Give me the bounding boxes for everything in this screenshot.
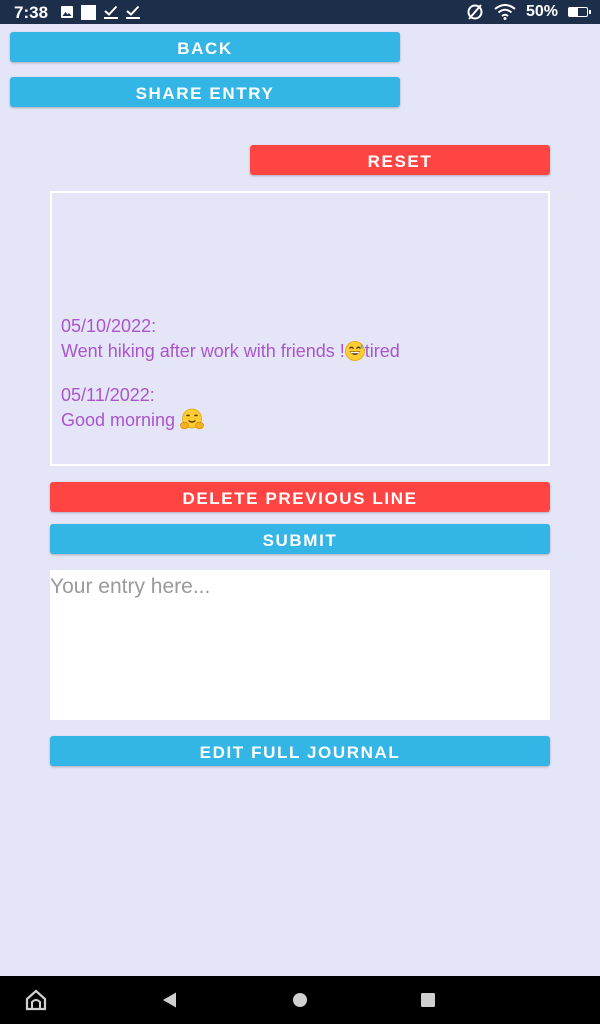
edit-full-journal-button[interactable]: EDIT FULL JOURNAL [50,736,550,766]
journal-entry: 05/10/2022: Went hiking after work with … [61,314,539,364]
journal-entry-text: Went hiking after work with friends ! [61,341,345,361]
journal-entry-line: Good morning [61,408,539,433]
navigation-bar [0,976,600,1024]
back-icon[interactable] [158,988,182,1012]
journal-entry: 05/11/2022: Good morning [61,383,539,433]
image-icon [61,4,73,20]
square-icon [81,4,96,20]
delete-previous-line-button[interactable]: DELETE PREVIOUS LINE [50,482,550,512]
checkbox-icon [126,4,140,20]
status-right: 50% [466,3,591,21]
hugging-face-emoji [180,408,204,432]
journal-entry-text: Good morning [61,410,181,430]
journal-entry-suffix: tired [364,341,400,361]
submit-button[interactable]: SUBMIT [50,524,550,554]
grinning-sweat-emoji [344,341,365,361]
status-bar: 7:38 50% [0,0,600,24]
wifi-icon [494,4,516,20]
journal-entry-date: 05/11/2022: [61,385,155,405]
battery-icon [568,7,591,17]
share-entry-button[interactable]: SHARE ENTRY [10,77,400,107]
entry-input[interactable] [50,570,550,720]
no-sim-icon [466,3,484,21]
journal-entry-date: 05/10/2022: [61,316,157,336]
journal-entry-line: Went hiking after work with friends ! tir… [61,339,539,364]
battery-fill [569,8,578,16]
home-circle-icon[interactable] [288,988,312,1012]
journal-display: 05/10/2022: Went hiking after work with … [50,191,550,466]
back-button[interactable]: BACK [10,32,400,62]
checkbox-icon [104,4,118,20]
recents-icon[interactable] [416,988,440,1012]
battery-percent: 50% [525,3,558,20]
reset-button[interactable]: RESET [250,145,550,175]
home-icon[interactable] [24,988,48,1012]
status-time: 7:38 [14,3,49,22]
